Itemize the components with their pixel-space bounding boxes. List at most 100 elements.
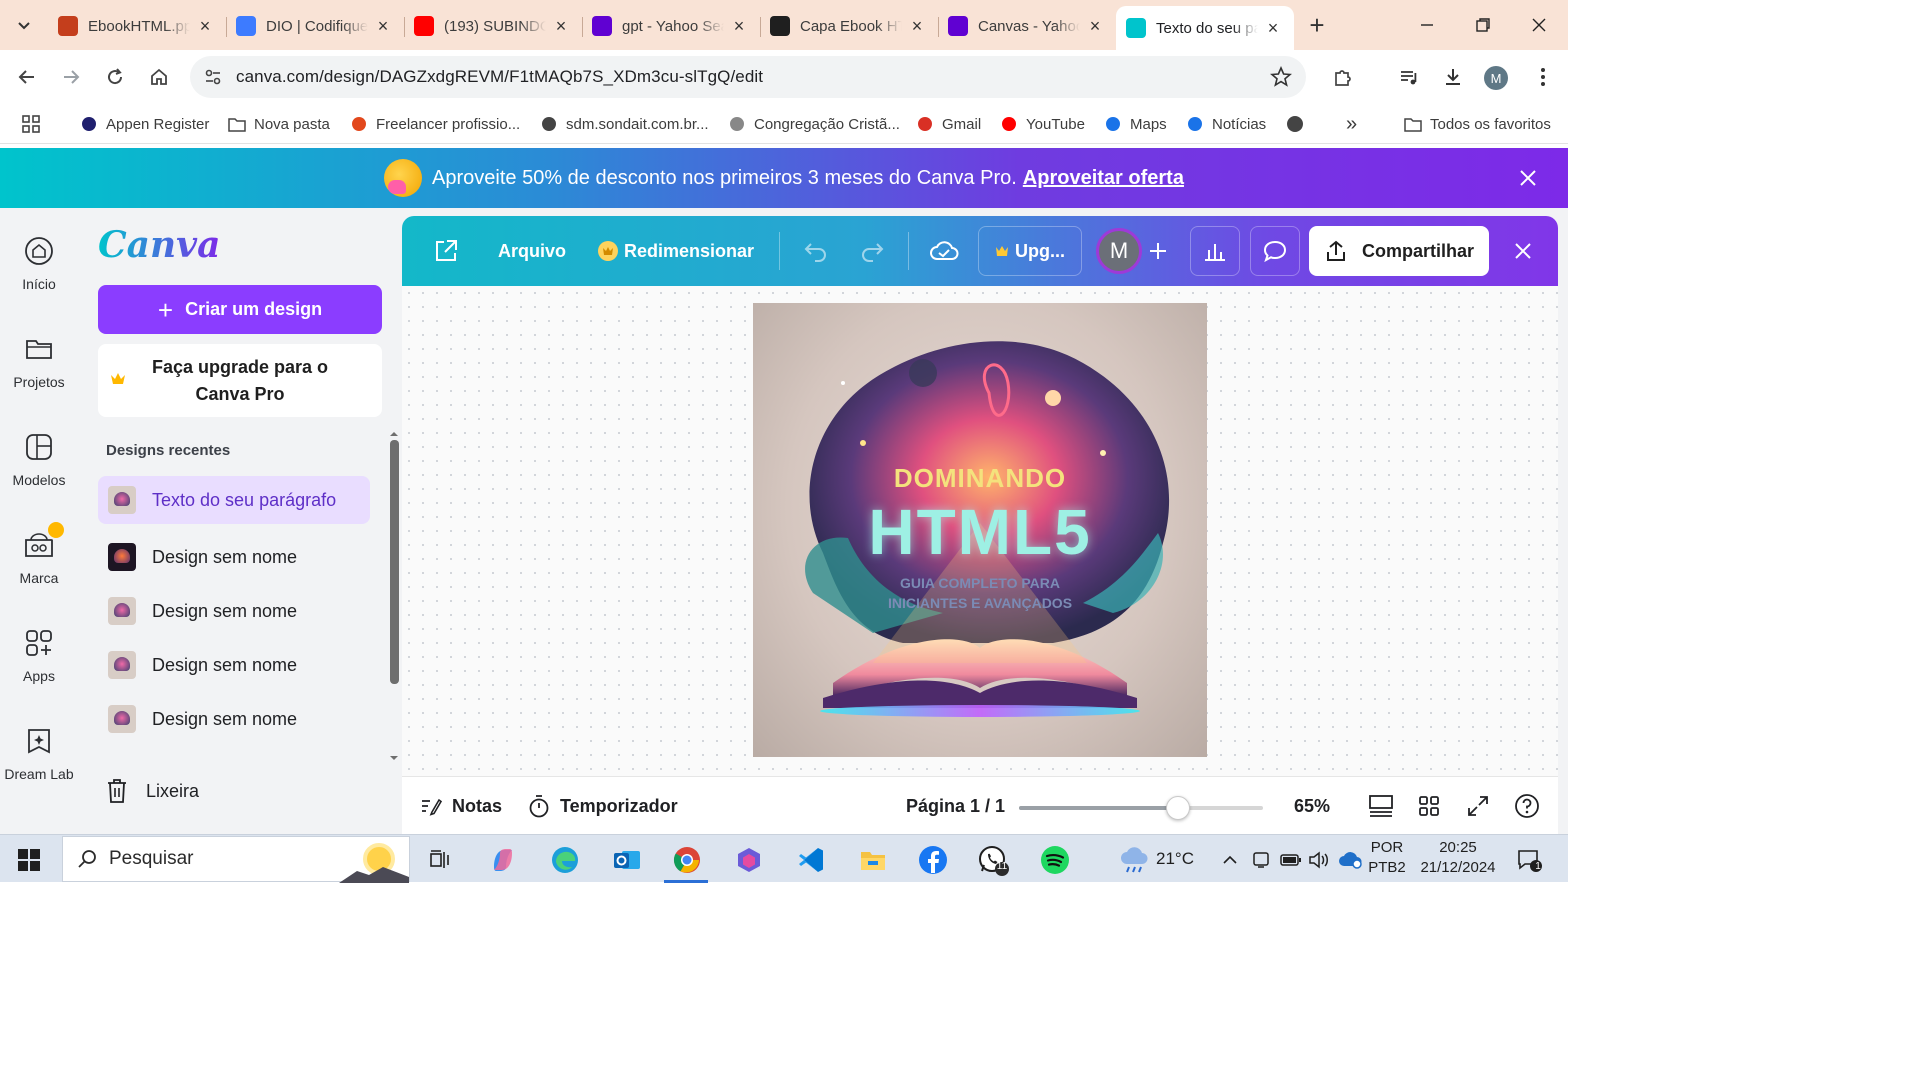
- bookmark-item[interactable]: Nova pasta: [228, 112, 330, 136]
- copilot-button[interactable]: [486, 843, 520, 877]
- rail-item-apps[interactable]: Apps: [0, 626, 78, 706]
- site-info-button[interactable]: [198, 62, 228, 92]
- rail-item-projects[interactable]: Projetos: [0, 332, 78, 412]
- file-explorer-button[interactable]: [856, 843, 890, 877]
- cover-title-line1[interactable]: DOMINANDO: [753, 463, 1207, 494]
- notes-button[interactable]: Notas: [420, 791, 502, 821]
- browser-tab[interactable]: Capa Ebook HTML ×: [760, 6, 938, 46]
- extensions-button[interactable]: [1328, 62, 1358, 92]
- scroll-down-icon[interactable]: [388, 754, 400, 762]
- collaborator-avatar[interactable]: M: [1096, 228, 1142, 274]
- whatsapp-button[interactable]: 11: [976, 843, 1010, 877]
- page-indicator[interactable]: Página 1 / 1: [906, 791, 1005, 821]
- minimize-button[interactable]: [1404, 8, 1450, 42]
- upgrade-pro-card[interactable]: Faça upgrade para o Canva Pro: [98, 344, 382, 417]
- bookmark-star-button[interactable]: [1268, 64, 1294, 90]
- profile-avatar[interactable]: M: [1484, 66, 1508, 90]
- scroll-thumb[interactable]: [390, 440, 399, 684]
- meet-now-tray-icon[interactable]: [1248, 843, 1274, 877]
- zoom-slider-handle[interactable]: [1165, 796, 1190, 820]
- tab-close-icon[interactable]: ×: [552, 16, 570, 36]
- resize-button[interactable]: Redimensionar: [598, 228, 754, 274]
- bookmark-item[interactable]: Notícias: [1186, 112, 1266, 136]
- chrome-button[interactable]: [670, 843, 704, 877]
- promo-offer-link[interactable]: Aproveitar oferta: [1023, 167, 1184, 190]
- browser-tab[interactable]: gpt - Yahoo Search ×: [582, 6, 760, 46]
- tab-close-icon[interactable]: ×: [1264, 18, 1282, 38]
- vscode-button[interactable]: [794, 843, 828, 877]
- rail-item-brand[interactable]: Marca: [0, 520, 78, 608]
- browser-tab[interactable]: Canvas - Yahoo Search ×: [938, 6, 1116, 46]
- tab-close-icon[interactable]: ×: [908, 16, 926, 36]
- rail-item-templates[interactable]: Modelos: [0, 430, 78, 510]
- save-status-button[interactable]: [926, 228, 962, 274]
- canva-logo[interactable]: Canva: [98, 224, 220, 266]
- more-bookmarks-button[interactable]: »: [1346, 112, 1357, 136]
- media-controls-button[interactable]: [1394, 62, 1424, 92]
- tab-close-icon[interactable]: ×: [1086, 16, 1104, 36]
- open-external-button[interactable]: [430, 228, 462, 274]
- redo-button[interactable]: [856, 228, 888, 274]
- spotify-button[interactable]: [1038, 843, 1072, 877]
- show-hidden-icons-button[interactable]: [1218, 843, 1242, 877]
- recent-design-item[interactable]: Design sem nome: [98, 692, 370, 746]
- recent-design-item[interactable]: Texto do seu parágrafo: [98, 476, 370, 524]
- bookmark-item[interactable]: Maps: [1104, 112, 1167, 136]
- weather-temperature[interactable]: 21°C: [1156, 849, 1194, 869]
- bookmark-item[interactable]: sdm.sondait.com.br...: [540, 112, 709, 136]
- start-button[interactable]: [12, 843, 46, 877]
- notification-center-button[interactable]: 1: [1512, 843, 1546, 877]
- zoom-level[interactable]: 65%: [1294, 791, 1330, 821]
- insights-button[interactable]: [1190, 226, 1240, 276]
- bookmark-item[interactable]: Appen Register: [80, 112, 209, 136]
- browser-tab[interactable]: DIO | Codifique o seu futuro ×: [226, 6, 404, 46]
- home-button[interactable]: [144, 62, 174, 92]
- address-bar[interactable]: canva.com/design/DAGZxdgREVM/F1tMAQb7S_X…: [190, 56, 1306, 98]
- file-menu-button[interactable]: Arquivo: [498, 228, 566, 274]
- recent-design-item[interactable]: Design sem nome: [98, 584, 370, 638]
- trash-button[interactable]: Lixeira: [106, 778, 199, 804]
- close-editor-button[interactable]: [1508, 228, 1538, 274]
- all-bookmarks-button[interactable]: Todos os favoritos: [1404, 112, 1551, 136]
- battery-tray-icon[interactable]: [1278, 843, 1304, 877]
- keyboard-language[interactable]: POR PTB2: [1366, 839, 1408, 876]
- onedrive-tray-icon[interactable]: [1336, 843, 1364, 877]
- cover-subtitle[interactable]: GUIA COMPLETO PARA INICIANTES E AVANÇADO…: [753, 573, 1207, 613]
- browser-menu-button[interactable]: [1528, 62, 1558, 92]
- tab-close-icon[interactable]: ×: [730, 16, 748, 36]
- volume-tray-icon[interactable]: [1306, 843, 1332, 877]
- fullscreen-button[interactable]: [1466, 791, 1490, 821]
- task-view-button[interactable]: [424, 843, 458, 877]
- apps-grid-button[interactable]: [22, 112, 40, 136]
- bookmark-item[interactable]: Congregação Cristã...: [728, 112, 900, 136]
- comments-button[interactable]: [1250, 226, 1300, 276]
- back-button[interactable]: [12, 62, 42, 92]
- system-clock[interactable]: 20:25 21/12/2024: [1414, 839, 1502, 876]
- scroll-up-icon[interactable]: [388, 430, 400, 438]
- invite-collaborator-button[interactable]: [1142, 228, 1174, 274]
- page-view-button[interactable]: [1368, 791, 1394, 821]
- bookmark-item[interactable]: YouTube: [1000, 112, 1085, 136]
- weather-widget[interactable]: [1118, 843, 1152, 877]
- tab-close-icon[interactable]: ×: [196, 16, 214, 36]
- promo-close-button[interactable]: [1516, 166, 1540, 190]
- rail-item-home[interactable]: Início: [0, 234, 78, 314]
- bookmark-item[interactable]: Gmail: [916, 112, 981, 136]
- taskbar-search[interactable]: Pesquisar: [62, 836, 410, 883]
- bookmark-globe-button[interactable]: [1286, 112, 1304, 136]
- upgrade-button[interactable]: Upg...: [978, 226, 1082, 276]
- new-tab-button[interactable]: +: [1302, 10, 1332, 40]
- downloads-button[interactable]: [1438, 62, 1468, 92]
- edge-button[interactable]: [548, 843, 582, 877]
- browser-tab[interactable]: EbookHTML.pptx ×: [48, 6, 226, 46]
- design-canvas-area[interactable]: DOMINANDO HTML5 GUIA COMPLETO PARA INICI…: [402, 286, 1558, 776]
- url-text[interactable]: canva.com/design/DAGZxdgREVM/F1tMAQb7S_X…: [236, 67, 763, 87]
- copilot-m365-button[interactable]: [732, 843, 766, 877]
- bookmark-item[interactable]: Freelancer profissio...: [350, 112, 520, 136]
- help-button[interactable]: [1514, 791, 1540, 821]
- grid-view-button[interactable]: [1418, 791, 1440, 821]
- facebook-button[interactable]: [916, 843, 950, 877]
- ebook-cover-page[interactable]: DOMINANDO HTML5 GUIA COMPLETO PARA INICI…: [753, 303, 1207, 757]
- recent-design-item[interactable]: Design sem nome: [98, 638, 370, 692]
- tab-close-icon[interactable]: ×: [374, 16, 392, 36]
